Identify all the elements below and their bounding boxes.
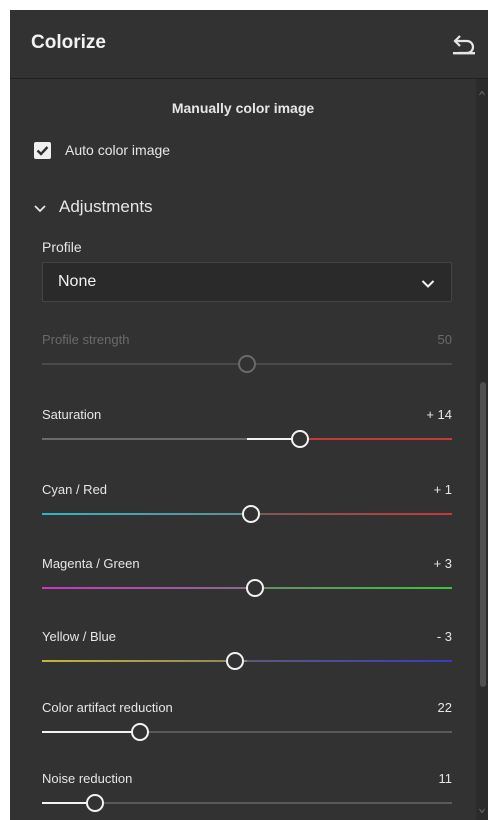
slider-label: Yellow / Blue: [42, 629, 116, 644]
track-segment: [42, 513, 247, 515]
chevron-down-icon: [421, 276, 435, 288]
auto-color-checkbox[interactable]: [34, 142, 51, 159]
magenta-green-slider[interactable]: Magenta / Green + 3: [42, 556, 452, 616]
slider-label: Profile strength: [42, 332, 130, 347]
profile-label: Profile: [42, 239, 82, 255]
slider-value: 22: [437, 700, 452, 715]
slider-thumb[interactable]: [291, 430, 310, 448]
scrollbar-thumb[interactable]: [480, 382, 486, 687]
yellow-blue-slider[interactable]: Yellow / Blue - 3: [42, 629, 452, 689]
slider-label: Cyan / Red: [42, 482, 108, 497]
track-segment: [300, 438, 452, 440]
slider-value: 11: [438, 771, 453, 786]
manual-color-label: Manually color image: [171, 100, 315, 116]
slider-track[interactable]: [42, 660, 452, 662]
auto-color-label: Auto color image: [65, 142, 171, 158]
profile-strength-slider: Profile strength 50: [42, 332, 452, 392]
track-fill: [42, 731, 141, 733]
slider-value: + 3: [433, 556, 452, 571]
chevron-down-icon[interactable]: [34, 201, 46, 213]
slider-thumb[interactable]: [242, 505, 261, 523]
track-segment: [42, 587, 247, 589]
slider-label: Saturation: [42, 407, 102, 422]
slider-thumb[interactable]: [246, 579, 265, 597]
track-segment: [247, 587, 452, 589]
slider-thumb[interactable]: [86, 794, 105, 812]
slider-value: - 3: [436, 629, 452, 644]
track-segment: [42, 660, 247, 662]
profile-dropdown-value: None: [58, 273, 97, 290]
profile-dropdown[interactable]: None: [42, 262, 452, 302]
slider-thumb[interactable]: [131, 723, 150, 741]
adjustments-label: Adjustments: [59, 197, 153, 216]
track-segment: [42, 438, 247, 440]
slider-thumb[interactable]: [225, 652, 244, 670]
colorize-panel: Colorize Manually color image Auto color…: [10, 10, 488, 820]
slider-label: Noise reduction: [42, 771, 133, 786]
cyan-red-slider[interactable]: Cyan / Red + 1: [42, 482, 452, 542]
scroll-up-icon[interactable]: [479, 90, 485, 96]
panel-title: Colorize: [31, 32, 106, 53]
slider-track[interactable]: [42, 731, 452, 733]
slider-label: Color artifact reduction: [42, 700, 173, 715]
color-artifact-reduction-slider[interactable]: Color artifact reduction 22: [42, 700, 452, 760]
saturation-slider[interactable]: Saturation + 14: [42, 407, 452, 467]
track-segment: [247, 660, 452, 662]
checkmark-icon: [36, 146, 49, 156]
slider-value: + 1: [433, 482, 452, 497]
slider-value: + 14: [426, 407, 452, 422]
slider-thumb: [238, 355, 256, 373]
scroll-down-icon[interactable]: [479, 808, 485, 814]
panel-header: Colorize: [10, 10, 488, 79]
noise-reduction-slider[interactable]: Noise reduction 11: [42, 771, 452, 820]
reset-undo-icon[interactable]: [450, 32, 478, 56]
slider-label: Magenta / Green: [42, 556, 140, 571]
slider-value: 50: [437, 332, 452, 347]
slider-track[interactable]: [42, 438, 452, 440]
track-segment: [247, 513, 452, 515]
